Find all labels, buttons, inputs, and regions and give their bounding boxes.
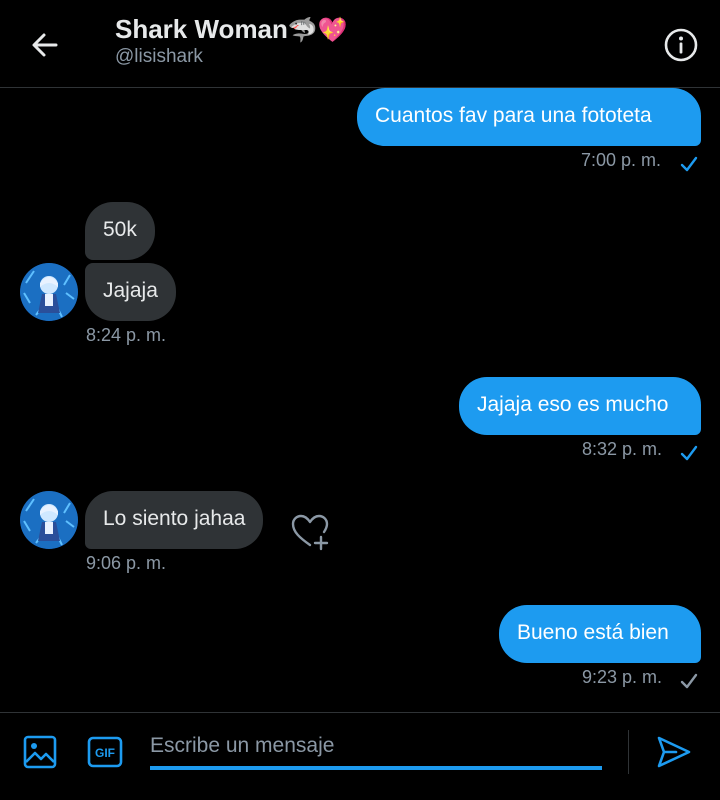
message-input[interactable] bbox=[150, 726, 602, 766]
info-icon bbox=[664, 28, 698, 62]
contact-name-emoji: 🦈💖 bbox=[287, 17, 348, 44]
gif-label: GIF bbox=[95, 746, 115, 760]
contact-handle[interactable]: @lisishark bbox=[115, 46, 203, 68]
message-bubble-incoming[interactable]: Lo siento jahaa bbox=[85, 491, 264, 549]
avatar-image bbox=[20, 491, 78, 549]
contact-name-text: Shark Woman bbox=[115, 14, 288, 44]
check-icon bbox=[680, 156, 698, 172]
message-text: Jajaja eso es mucho bbox=[477, 393, 669, 416]
message-text: Bueno está bien bbox=[517, 621, 669, 644]
conversation-header: Shark Woman🦈💖 @lisishark bbox=[0, 0, 720, 88]
gif-icon: GIF bbox=[87, 736, 123, 768]
send-icon bbox=[657, 736, 691, 768]
contact-avatar[interactable] bbox=[20, 491, 78, 549]
message-text: Cuantos fav para una fototeta bbox=[375, 104, 652, 127]
message-text: 50k bbox=[103, 218, 137, 241]
message-bubble-outgoing[interactable]: Cuantos fav para una fototeta bbox=[357, 88, 701, 146]
add-photo-button[interactable] bbox=[22, 734, 58, 770]
message-timestamp: 8:24 p. m. bbox=[86, 325, 167, 345]
message-timestamp: 7:00 p. m. bbox=[581, 150, 662, 170]
message-text: Jajaja bbox=[103, 279, 158, 302]
back-arrow-icon bbox=[32, 33, 58, 57]
image-icon bbox=[23, 735, 57, 769]
message-input-underline bbox=[150, 766, 602, 770]
send-button[interactable] bbox=[654, 732, 694, 772]
info-button[interactable] bbox=[663, 27, 699, 63]
message-timestamp: 8:32 p. m. bbox=[582, 439, 663, 459]
heart-plus-icon bbox=[291, 514, 329, 551]
message-timestamp: 9:06 p. m. bbox=[86, 553, 167, 573]
composer-divider bbox=[628, 730, 629, 774]
react-button[interactable] bbox=[290, 512, 330, 552]
check-icon bbox=[680, 673, 698, 689]
message-text: Lo siento jahaa bbox=[103, 507, 246, 530]
message-bubble-incoming[interactable]: 50k bbox=[85, 202, 155, 260]
back-button[interactable] bbox=[26, 26, 64, 64]
message-timestamp: 9:23 p. m. bbox=[582, 667, 663, 687]
contact-name[interactable]: Shark Woman🦈💖 bbox=[115, 14, 348, 45]
message-bubble-incoming[interactable]: Jajaja bbox=[85, 263, 176, 321]
check-icon bbox=[680, 445, 698, 461]
add-gif-button[interactable]: GIF bbox=[87, 734, 123, 770]
avatar-image bbox=[20, 263, 78, 321]
message-bubble-outgoing[interactable]: Bueno está bien bbox=[499, 605, 701, 663]
message-bubble-outgoing[interactable]: Jajaja eso es mucho bbox=[459, 377, 701, 435]
contact-avatar[interactable] bbox=[20, 263, 78, 321]
